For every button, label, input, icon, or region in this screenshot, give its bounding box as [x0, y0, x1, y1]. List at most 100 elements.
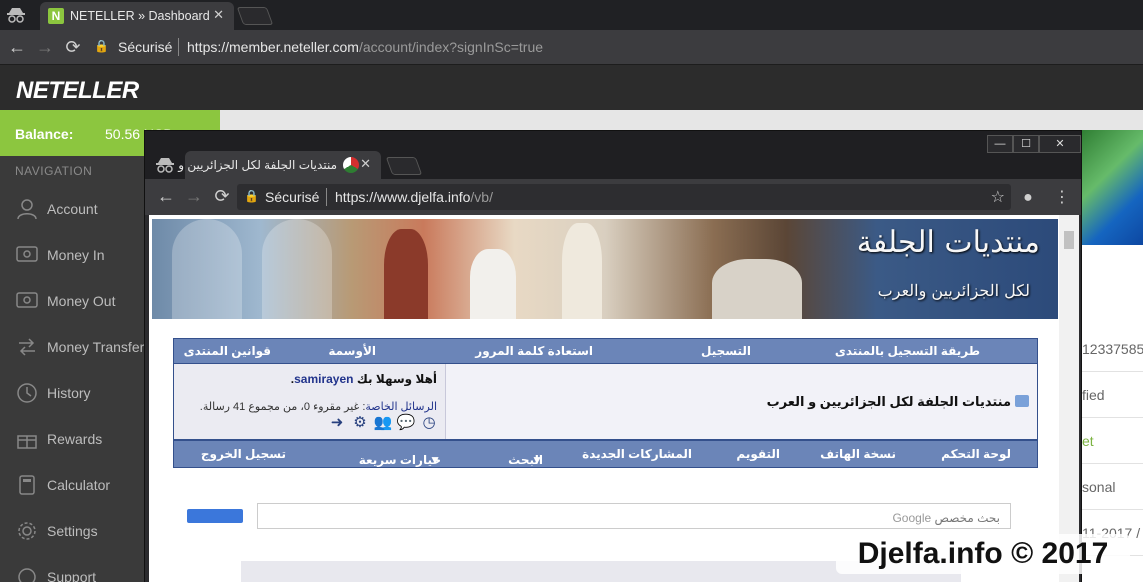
- history-icon: [17, 383, 37, 403]
- scrollbar[interactable]: [1059, 215, 1079, 582]
- verified-row: fied: [1080, 372, 1143, 418]
- close-tab-icon[interactable]: ✕: [213, 7, 224, 23]
- reload-icon[interactable]: ⟳: [211, 185, 233, 207]
- transfer-icon: [19, 338, 35, 356]
- lock-icon: 🔒: [244, 189, 259, 203]
- status-row: et: [1080, 418, 1143, 464]
- neteller-header: NETELLER: [0, 64, 1143, 110]
- nav-registration-guide[interactable]: طريقة التسجيل بالمنتدى: [835, 344, 980, 358]
- watermark: Djelfa.info © 2017: [836, 534, 1130, 574]
- banner-figure: [562, 223, 602, 319]
- nav-calendar[interactable]: التقويم: [736, 447, 780, 461]
- nav-register[interactable]: التسجيل: [701, 344, 751, 358]
- extension-icon[interactable]: ●: [1017, 187, 1039, 209]
- user-icon: [17, 199, 37, 220]
- username-link[interactable]: samirayen: [294, 372, 353, 386]
- forum-bottom-nav: لوحة التحكم نسخة الهاتف التقويم المشاركا…: [173, 440, 1038, 468]
- banner-figure: [712, 259, 802, 319]
- menu-kebab-icon[interactable]: ⋮: [1051, 187, 1073, 209]
- clock-icon[interactable]: ◷: [419, 414, 439, 432]
- secure-label: Sécurisé: [118, 39, 173, 55]
- forum-welcome-box: منتديات الجلفة لكل الجزائريين و العرب أه…: [173, 364, 1038, 440]
- nav-password-recovery[interactable]: استعادة كلمة المرور: [475, 344, 593, 358]
- tab-neteller-dashboard[interactable]: N NETELLER » Dashboard ✕: [40, 2, 234, 30]
- gear-icon: [18, 522, 36, 540]
- bookmark-star-icon[interactable]: ☆: [991, 187, 1005, 207]
- forward-arrow-icon[interactable]: →: [34, 36, 56, 58]
- private-messages: الرسائل الخاصة: غير مقروء 0، من مجموع 41…: [199, 401, 437, 413]
- reload-icon[interactable]: ⟳: [62, 36, 84, 58]
- search-button[interactable]: [187, 509, 243, 523]
- omnibox-divider: [178, 38, 179, 56]
- banner-logo-subtitle: لكل الجزائريين والعرب: [877, 281, 1030, 300]
- nav-new-posts[interactable]: المشاركات الجديدة: [582, 447, 692, 461]
- dropdown-arrow-icon: ▼: [531, 453, 543, 467]
- nav-logout[interactable]: تسجيل الخروج: [201, 447, 286, 461]
- back-tab-strip: N NETELLER » Dashboard ✕: [0, 0, 1143, 30]
- navigation-heading: NAVIGATION: [15, 164, 93, 178]
- front-tab-strip: — ☐ ✕ منتديات الجلفة لكل الجزائريين و ✕: [145, 131, 1081, 179]
- sidebar-item-label: Calculator: [47, 477, 111, 493]
- account-id-fragment: 12337585: [1082, 341, 1143, 357]
- forum-banner[interactable]: منتديات الجلفة لكل الجزائريين والعرب: [152, 219, 1058, 319]
- site-name[interactable]: منتديات الجلفة لكل الجزائريين و العرب: [767, 394, 1029, 410]
- add-user-icon[interactable]: 👥: [373, 414, 393, 432]
- nav-forum-rules[interactable]: قوانين المنتدى: [184, 344, 271, 358]
- sidebar-item-label: Money Out: [47, 293, 116, 309]
- close-tab-icon[interactable]: ✕: [360, 156, 371, 172]
- sidebar-item-label: History: [47, 385, 91, 401]
- url-text: https://member.neteller.com/account/inde…: [187, 39, 544, 55]
- new-tab-button[interactable]: [236, 7, 274, 25]
- tab-title: NETELLER » Dashboard: [70, 9, 210, 23]
- pm-link[interactable]: الرسائل الخاصة: [365, 401, 437, 413]
- nav-mobile-version[interactable]: نسخة الهاتف: [820, 447, 896, 461]
- user-quick-icons: ➜ ⚙ 👥 💬 ◷: [324, 414, 439, 432]
- gift-icon: [17, 435, 37, 449]
- close-window-button[interactable]: ✕: [1039, 135, 1081, 153]
- nav-control-panel[interactable]: لوحة التحكم: [941, 447, 1011, 461]
- sidebar-item-label: Account: [47, 201, 98, 217]
- tab-title: منتديات الجلفة لكل الجزائريين و: [178, 158, 337, 172]
- scrollbar-thumb[interactable]: [1064, 231, 1074, 249]
- forum-icon: [1015, 395, 1029, 407]
- search-placeholder: Google بحث مخصص: [892, 511, 1000, 525]
- forum-page: منتديات الجلفة لكل الجزائريين والعرب طري…: [149, 215, 1059, 582]
- gear-icon[interactable]: ⚙: [350, 414, 370, 432]
- secure-label: Sécurisé: [265, 189, 320, 205]
- incognito-icon: [6, 7, 28, 23]
- tab-djelfa-forum[interactable]: منتديات الجلفة لكل الجزائريين و ✕: [178, 151, 381, 179]
- address-bar[interactable]: 🔒 Sécurisé https://member.neteller.com/a…: [92, 34, 1132, 60]
- logout-icon[interactable]: ➜: [327, 414, 347, 432]
- verified-fragment: fied: [1082, 387, 1105, 403]
- minimize-button[interactable]: —: [987, 135, 1013, 153]
- sidebar-item-label: Settings: [47, 523, 98, 539]
- forward-arrow-icon[interactable]: →: [183, 185, 205, 207]
- address-bar[interactable]: 🔒 Sécurisé https://www.djelfa.info/vb/ ☆: [237, 184, 1011, 210]
- banner-logo-title: منتديات الجلفة: [856, 225, 1040, 260]
- maximize-button[interactable]: ☐: [1013, 135, 1039, 153]
- calculator-icon: [19, 475, 35, 495]
- omnibox-divider: [326, 188, 327, 206]
- nav-medals[interactable]: الأوسمة: [328, 344, 376, 358]
- banner-figure: [470, 249, 516, 319]
- back-toolbar: ← → ⟳ 🔒 Sécurisé https://member.neteller…: [0, 30, 1143, 64]
- sidebar-item-label: Support: [47, 569, 97, 582]
- url-text: https://www.djelfa.info/vb/: [335, 189, 493, 205]
- support-icon: [18, 568, 36, 582]
- personal-row: sonal: [1080, 464, 1143, 510]
- money-in-icon: [16, 246, 38, 262]
- back-arrow-icon[interactable]: ←: [155, 185, 177, 207]
- personal-fragment: sonal: [1082, 479, 1116, 495]
- search-input[interactable]: Google بحث مخصص: [257, 503, 1011, 529]
- sidebar-item-label: Money In: [47, 247, 105, 263]
- front-browser-window: — ☐ ✕ منتديات الجلفة لكل الجزائريين و ✕ …: [144, 130, 1082, 582]
- djelfa-favicon: [343, 157, 359, 173]
- sidebar-item-label: Money Transfer: [47, 339, 145, 355]
- new-tab-button[interactable]: [385, 157, 423, 175]
- account-id-row: 12337585: [1080, 326, 1143, 372]
- chat-icon[interactable]: 💬: [396, 414, 416, 432]
- neteller-logo[interactable]: NETELLER: [16, 77, 139, 105]
- back-arrow-icon[interactable]: ←: [6, 36, 28, 58]
- money-out-icon: [16, 292, 38, 308]
- status-fragment: et: [1082, 433, 1094, 449]
